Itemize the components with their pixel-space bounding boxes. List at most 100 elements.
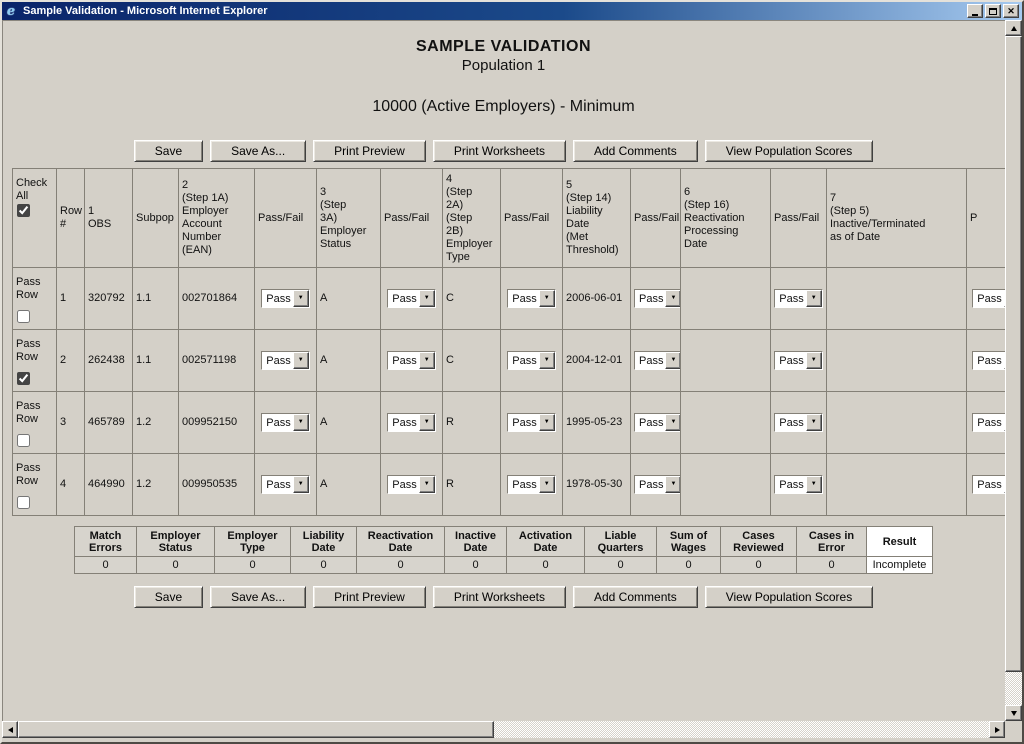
pass-fail-select[interactable]: Pass▼ xyxy=(774,413,822,432)
pass-fail-select[interactable]: Pass▼ xyxy=(634,289,681,308)
scroll-left-button[interactable] xyxy=(2,721,18,738)
window-controls: ✕ xyxy=(967,4,1020,18)
dropdown-arrow-icon: ▼ xyxy=(293,414,309,431)
horizontal-scroll-thumb[interactable] xyxy=(18,721,494,738)
scroll-right-button[interactable] xyxy=(989,721,1005,738)
scroll-up-button[interactable] xyxy=(1005,20,1022,36)
pass-fail-select[interactable]: Pass▼ xyxy=(261,351,309,370)
type-passfail-cell: Pass▼ xyxy=(501,392,563,454)
row-number-cell: 2 xyxy=(57,330,85,392)
toolbar-bottom: Save Save As... Print Preview Print Work… xyxy=(2,586,1005,608)
table-row: Pass Row 2 262438 1.1 002571198 Pass▼ A … xyxy=(13,330,1006,392)
view-population-scores-button[interactable]: View Population Scores xyxy=(705,140,874,162)
pass-row-checkbox[interactable] xyxy=(17,496,30,509)
print-worksheets-button[interactable]: Print Worksheets xyxy=(433,140,566,162)
pass-row-checkbox[interactable] xyxy=(17,310,30,323)
pass-fail-select[interactable]: Pass▼ xyxy=(507,413,555,432)
pass-fail-select[interactable]: Pass▼ xyxy=(261,289,309,308)
pass-fail-select[interactable]: Pass▼ xyxy=(774,289,822,308)
horizontal-scrollbar[interactable] xyxy=(2,721,1005,738)
row-number-cell: 3 xyxy=(57,392,85,454)
save-as-button[interactable]: Save As... xyxy=(210,140,306,162)
passfail-header: Pass/Fail xyxy=(501,169,563,268)
pass-fail-select[interactable]: Pass▼ xyxy=(261,475,309,494)
employer-status-cell: A xyxy=(317,330,381,392)
reactivation-passfail-cell: Pass▼ xyxy=(771,454,827,516)
match-errors-header: Match Errors xyxy=(75,527,137,557)
pass-row-checkbox[interactable] xyxy=(17,434,30,447)
reactivation-date-cell xyxy=(681,454,771,516)
close-button[interactable]: ✕ xyxy=(1003,4,1019,18)
pass-fail-select[interactable]: Pass▼ xyxy=(774,475,822,494)
print-preview-button[interactable]: Print Preview xyxy=(313,586,426,608)
pass-fail-select[interactable]: Pass▼ xyxy=(972,289,1005,308)
dropdown-arrow-icon: ▼ xyxy=(419,414,435,431)
add-comments-button[interactable]: Add Comments xyxy=(573,140,698,162)
result-value: Incomplete xyxy=(867,557,933,574)
status-passfail-cell: Pass▼ xyxy=(381,268,443,330)
minimize-button[interactable] xyxy=(967,4,983,18)
print-preview-button[interactable]: Print Preview xyxy=(313,140,426,162)
liability-date-cell: 1995-05-23 xyxy=(563,392,631,454)
pass-fail-select[interactable]: Pass▼ xyxy=(387,475,435,494)
liability-passfail-cell: Pass▼ xyxy=(631,392,681,454)
liability-date-header: 5 (Step 14) Liability Date (Met Threshol… xyxy=(563,169,631,268)
vertical-scrollbar[interactable] xyxy=(1005,20,1022,721)
pass-row-checkbox[interactable] xyxy=(17,372,30,385)
view-population-scores-button[interactable]: View Population Scores xyxy=(705,586,874,608)
clipped-passfail-cell: Pass▼ xyxy=(967,268,1006,330)
pass-fail-select[interactable]: Pass▼ xyxy=(634,413,681,432)
dropdown-arrow-icon: ▼ xyxy=(419,352,435,369)
scroll-up-icon xyxy=(1011,26,1017,31)
vertical-scroll-thumb[interactable] xyxy=(1005,36,1022,672)
pass-fail-select[interactable]: Pass▼ xyxy=(634,351,681,370)
add-comments-button[interactable]: Add Comments xyxy=(573,586,698,608)
pass-fail-select[interactable]: Pass▼ xyxy=(634,475,681,494)
scroll-down-button[interactable] xyxy=(1005,705,1022,721)
dropdown-arrow-icon: ▼ xyxy=(293,290,309,307)
check-all-checkbox[interactable] xyxy=(17,204,30,217)
dropdown-arrow-icon: ▼ xyxy=(539,414,555,431)
header-row: Check All Row # 1 OBS Subpop 2 (Step 1A)… xyxy=(13,169,1006,268)
pass-row-cell: Pass Row xyxy=(13,268,57,330)
pass-fail-select[interactable]: Pass▼ xyxy=(261,413,309,432)
save-as-button[interactable]: Save As... xyxy=(210,586,306,608)
inactive-date-header: 7 (Step 5) Inactive/Terminated as of Dat… xyxy=(827,169,967,268)
pass-fail-select[interactable]: Pass▼ xyxy=(507,475,555,494)
save-button[interactable]: Save xyxy=(134,140,203,162)
reactivation-date-header: 6 (Step 16) Reactivation Processing Date xyxy=(681,169,771,268)
horizontal-scroll-track[interactable] xyxy=(18,721,989,738)
reactivation-date-cell xyxy=(681,268,771,330)
pass-fail-select[interactable]: Pass▼ xyxy=(972,413,1005,432)
ean-cell: 009950535 xyxy=(179,454,255,516)
vertical-scroll-track[interactable] xyxy=(1005,36,1022,705)
sum-of-wages-value: 0 xyxy=(657,557,721,574)
dropdown-arrow-icon: ▼ xyxy=(665,352,680,369)
pass-fail-select[interactable]: Pass▼ xyxy=(972,475,1005,494)
dropdown-arrow-icon: ▼ xyxy=(806,352,822,369)
scroll-down-icon xyxy=(1011,711,1017,716)
print-worksheets-button[interactable]: Print Worksheets xyxy=(433,586,566,608)
subpop-cell: 1.2 xyxy=(133,454,179,516)
pass-fail-select[interactable]: Pass▼ xyxy=(387,351,435,370)
cases-in-error-value: 0 xyxy=(797,557,867,574)
subpop-cell: 1.2 xyxy=(133,392,179,454)
dropdown-arrow-icon: ▼ xyxy=(806,290,822,307)
pass-row-label: Pass Row xyxy=(16,276,53,302)
result-header: Result xyxy=(867,527,933,557)
pass-fail-select[interactable]: Pass▼ xyxy=(507,289,555,308)
ean-passfail-cell: Pass▼ xyxy=(255,454,317,516)
sum-of-wages-header: Sum of Wages xyxy=(657,527,721,557)
pass-fail-select[interactable]: Pass▼ xyxy=(972,351,1005,370)
table-row: Pass Row 4 464990 1.2 009950535 Pass▼ A … xyxy=(13,454,1006,516)
liable-quarters-header: Liable Quarters xyxy=(585,527,657,557)
save-button[interactable]: Save xyxy=(134,586,203,608)
browser-window: e Sample Validation - Microsoft Internet… xyxy=(0,0,1024,744)
pass-fail-select[interactable]: Pass▼ xyxy=(387,289,435,308)
employer-status-cell: A xyxy=(317,392,381,454)
pass-fail-select[interactable]: Pass▼ xyxy=(774,351,822,370)
maximize-button[interactable] xyxy=(985,4,1001,18)
pass-fail-select[interactable]: Pass▼ xyxy=(387,413,435,432)
reactivation-date-cell xyxy=(681,392,771,454)
pass-fail-select[interactable]: Pass▼ xyxy=(507,351,555,370)
